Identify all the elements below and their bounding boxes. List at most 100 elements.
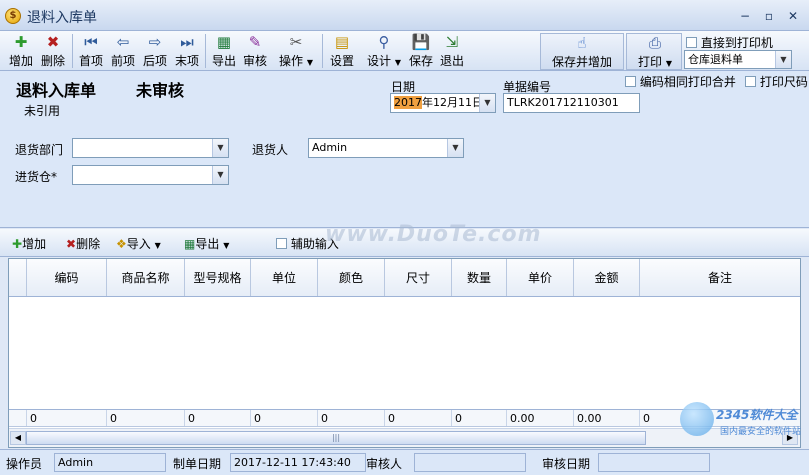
returner-select[interactable]: Admin ▼ [308, 138, 464, 158]
first-button[interactable]: ⏮ 首项 [76, 33, 106, 69]
total-cell: 0 [27, 410, 107, 426]
first-icon: ⏮ [84, 33, 98, 51]
delete-button[interactable]: ✖ 删除 [38, 33, 68, 69]
total-cell: 0 [318, 410, 385, 426]
chevron-down-icon[interactable]: ▼ [447, 139, 463, 157]
checkbox-box [625, 76, 636, 87]
print-size-checkbox[interactable]: 打印尺码 [745, 73, 809, 90]
restore-button[interactable]: ▫ [760, 8, 778, 24]
exit-icon: ⇲ [445, 33, 459, 51]
close-button[interactable]: ✕ [784, 8, 802, 24]
dept-label: 退货部门 [15, 143, 64, 157]
chevron-down-icon[interactable]: ▼ [775, 51, 791, 68]
totals-indicator [9, 410, 27, 426]
total-cell: 0 [452, 410, 507, 426]
audit-date-field [598, 453, 710, 472]
grid-add-button[interactable]: ✚增加 [12, 235, 46, 252]
last-icon: ⏭ [180, 33, 194, 51]
chevron-down-icon[interactable]: ▼ [212, 139, 228, 157]
main-toolbar: ✚ 增加 ✖ 删除 ⏮ 首项 ⇦ 前项 ⇨ 后项 ⏭ 末项 ▦ 导出 ✎ 审核 … [0, 31, 809, 71]
chevron-down-icon: ▼ [665, 59, 672, 68]
assist-input-checkbox[interactable]: 辅助输入 [276, 235, 339, 252]
returner-label: 退货人 [252, 143, 289, 157]
column-header[interactable]: 编码 [27, 259, 107, 296]
operate-dropdown[interactable]: ✂ 操作 ▼ [276, 33, 316, 69]
toolbar-separator [205, 34, 206, 68]
column-header[interactable]: 颜色 [318, 259, 385, 296]
scroll-left-icon[interactable]: ◀ [10, 431, 26, 445]
operator-label: 操作员 [6, 457, 43, 471]
chevron-down-icon: ▼ [306, 58, 313, 67]
export-button[interactable]: ▦ 导出 [209, 33, 239, 69]
dept-select[interactable]: ▼ [72, 138, 229, 158]
date-picker[interactable]: 2017年12月11日 ▼ [390, 93, 496, 113]
operate-icon: ✂ [289, 33, 303, 51]
delete-icon: ✖ [46, 33, 60, 51]
settings-button[interactable]: ▤ 设置 [327, 33, 357, 69]
next-icon: ⇨ [148, 33, 162, 51]
print-dropdown[interactable]: ⎙ 打印 ▼ [626, 33, 682, 70]
minimize-button[interactable]: − [736, 8, 754, 24]
exit-button[interactable]: ⇲ 退出 [437, 33, 467, 69]
doc-number-field[interactable]: TLRK201712110301 [503, 93, 640, 113]
grid-header: 编码 商品名称 型号规格 单位 颜色 尺寸 数量 单价 金额 备注 [9, 259, 800, 297]
merge-same-code-checkbox[interactable]: 编码相同打印合并 [625, 73, 736, 90]
add-button[interactable]: ✚ 增加 [6, 33, 36, 69]
row-indicator-header [9, 259, 27, 296]
audit-button[interactable]: ✎ 审核 [240, 33, 270, 69]
settings-icon: ▤ [334, 33, 350, 51]
last-button[interactable]: ⏭ 末项 [172, 33, 202, 69]
chevron-down-icon: ▼ [394, 58, 401, 67]
auditor-label: 审核人 [366, 457, 403, 471]
reference-status: 未引用 [24, 104, 61, 118]
save-button[interactable]: 💾 保存 [406, 33, 436, 69]
column-header[interactable]: 金额 [574, 259, 640, 296]
total-cell: 0 [107, 410, 185, 426]
design-icon: ⚲ [378, 33, 390, 51]
print-template-select[interactable]: 仓库退料单 ▼ [684, 50, 792, 69]
column-header[interactable]: 尺寸 [385, 259, 452, 296]
grid-delete-button[interactable]: ✖删除 [66, 235, 100, 252]
save-and-add-button[interactable]: ☝ 保存并增加 [540, 33, 624, 70]
export-icon: ▦ [184, 237, 196, 251]
chevron-down-icon[interactable]: ▼ [479, 94, 495, 112]
grid-import-dropdown[interactable]: ❖导入 ▼ [116, 235, 161, 252]
next-button[interactable]: ⇨ 后项 [140, 33, 170, 69]
toolbar-separator [72, 34, 73, 68]
audit-date-label: 审核日期 [542, 457, 591, 471]
direct-print-checkbox[interactable]: 直接到打印机 [686, 34, 773, 51]
column-header[interactable]: 单价 [507, 259, 574, 296]
document-header: 退料入库单 未审核 未引用 编码相同打印合并 打印尺码 日期 2017年12月1… [0, 71, 809, 228]
made-date-label: 制单日期 [173, 457, 222, 471]
total-cell: 0.00 [574, 410, 640, 426]
add-icon: ✚ [12, 237, 23, 251]
scroll-right-icon[interactable]: ▶ [782, 431, 798, 445]
document-title: 退料入库单 [16, 81, 97, 100]
column-header[interactable]: 型号规格 [185, 259, 251, 296]
save-add-icon: ☝ [577, 34, 587, 52]
status-bar: 操作员 Admin 制单日期 2017-12-11 17:43:40 审核人 审… [0, 449, 809, 475]
column-header[interactable]: 数量 [452, 259, 507, 296]
add-icon: ✚ [14, 33, 28, 51]
made-date-field: 2017-12-11 17:43:40 [230, 453, 366, 472]
chevron-down-icon[interactable]: ▼ [212, 166, 228, 184]
toolbar-separator [322, 34, 323, 68]
chevron-down-icon: ▼ [223, 241, 230, 250]
prev-icon: ⇦ [116, 33, 130, 51]
items-grid[interactable]: 编码 商品名称 型号规格 单位 颜色 尺寸 数量 单价 金额 备注 0 0 0 … [8, 258, 801, 448]
audit-status: 未审核 [136, 81, 185, 100]
warehouse-select[interactable]: ▼ [72, 165, 229, 185]
column-header[interactable]: 单位 [251, 259, 318, 296]
horizontal-scrollbar[interactable]: ◀ ||| ▶ [9, 428, 800, 447]
column-header[interactable]: 备注 [640, 259, 800, 296]
save-icon: 💾 [411, 33, 431, 51]
export-icon: ▦ [216, 33, 232, 51]
operator-field: Admin [54, 453, 166, 472]
title-bar: $ 退料入库单 − ▫ ✕ [0, 0, 809, 31]
scrollbar-thumb[interactable]: ||| [26, 431, 646, 445]
column-header[interactable]: 商品名称 [107, 259, 185, 296]
print-icon: ⎙ [648, 34, 661, 52]
prev-button[interactable]: ⇦ 前项 [108, 33, 138, 69]
design-dropdown[interactable]: ⚲ 设计 ▼ [364, 33, 404, 69]
grid-export-dropdown[interactable]: ▦导出 ▼ [184, 235, 229, 252]
